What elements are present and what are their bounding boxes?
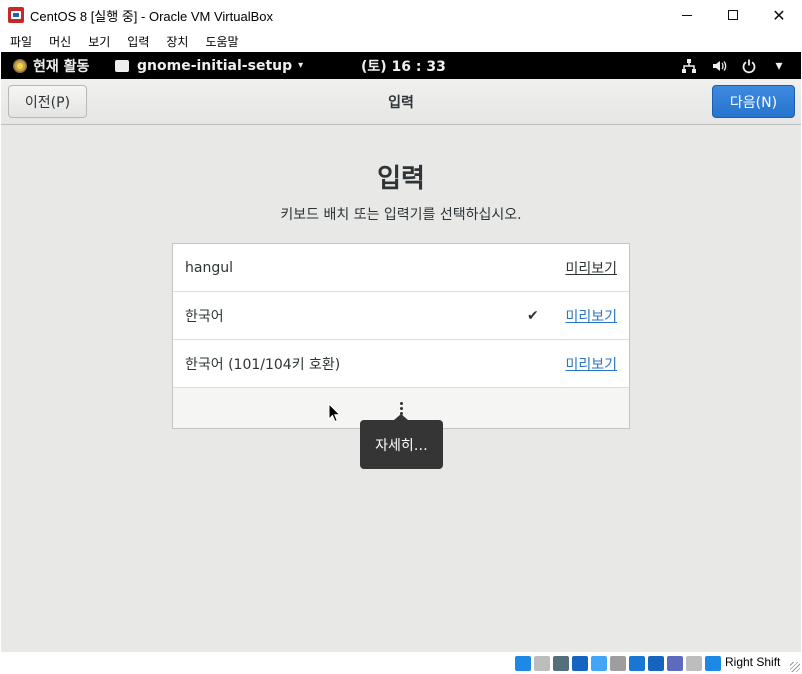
close-button[interactable]: ✕ (756, 0, 802, 30)
minimize-icon (682, 14, 692, 16)
app-name: gnome-initial-setup (137, 57, 293, 74)
next-button[interactable]: 다음(N) (712, 85, 795, 118)
network-icon (681, 58, 697, 74)
preview-link[interactable]: 미리보기 (565, 306, 617, 326)
video-capture-icon[interactable] (648, 655, 664, 671)
display-icon[interactable] (629, 655, 645, 671)
host-key-label: Right Shift (725, 655, 781, 669)
usb-icon[interactable] (591, 655, 607, 671)
power-icon (741, 58, 757, 74)
gnome-topbar: 현재 활동 gnome-initial-setup ▾ (토) 16 : 33 … (1, 52, 801, 79)
volume-icon (711, 58, 727, 74)
vbox-menubar: 파일 머신 보기 입력 장치 도움말 (0, 30, 802, 52)
menu-input[interactable]: 입력 (127, 33, 149, 50)
shared-folders-icon[interactable] (610, 655, 626, 671)
input-row-korean[interactable]: 한국어 ✔ 미리보기 (173, 292, 629, 340)
input-label: 한국어 (101/104키 호환) (185, 356, 341, 373)
preview-link[interactable]: 미리보기 (565, 258, 617, 278)
system-tray[interactable]: ▾ (681, 52, 787, 79)
menu-file[interactable]: 파일 (10, 33, 32, 50)
more-tooltip: 자세히… (360, 414, 443, 469)
network-adapter-icon[interactable] (572, 655, 588, 671)
minimize-button[interactable] (664, 0, 710, 30)
preview-link[interactable]: 미리보기 (565, 354, 617, 374)
optical-drive-icon[interactable] (534, 655, 550, 671)
activities-icon (13, 58, 27, 73)
menu-view[interactable]: 보기 (88, 33, 110, 50)
input-label: hangul (185, 259, 233, 276)
header-title: 입력 (388, 95, 414, 111)
headerbar: 이전(P) 입력 다음(N) (1, 79, 801, 125)
page-title: 입력 (377, 164, 425, 194)
keyboard-capture-icon[interactable] (705, 655, 721, 671)
app-menu[interactable]: gnome-initial-setup ▾ (115, 52, 303, 79)
maximize-icon (728, 10, 738, 20)
close-icon: ✕ (772, 5, 786, 25)
status-icons (515, 655, 721, 671)
menu-help[interactable]: 도움말 (205, 33, 238, 50)
input-row-hangul[interactable]: hangul 미리보기 (173, 244, 629, 292)
input-label: 한국어 (185, 308, 224, 325)
window-titlebar[interactable]: CentOS 8 [실행 중] - Oracle VM VirtualBox ✕ (0, 0, 802, 30)
more-vertical-icon (399, 401, 403, 415)
virtualization-icon[interactable] (667, 655, 683, 671)
checkmark-icon: ✔ (527, 307, 539, 324)
activities-label: 현재 활동 (33, 58, 90, 75)
resize-grip[interactable] (790, 662, 800, 672)
chevron-down-icon: ▾ (298, 60, 304, 71)
virtualbox-icon (8, 7, 24, 23)
previous-button[interactable]: 이전(P) (8, 85, 87, 118)
vbox-statusbar: Right Shift (0, 652, 802, 674)
menu-devices[interactable]: 장치 (166, 33, 188, 50)
mouse-cursor-icon (328, 403, 342, 423)
input-source-list: hangul 미리보기 한국어 ✔ 미리보기 한국어 (101/104키 호환)… (172, 243, 630, 429)
hard-disk-icon[interactable] (515, 655, 531, 671)
activities-button[interactable]: 현재 활동 (13, 52, 89, 79)
page-subtitle: 키보드 배치 또는 입력기를 선택하십시오. (280, 207, 522, 223)
audio-icon[interactable] (553, 655, 569, 671)
mouse-integration-icon[interactable] (686, 655, 702, 671)
vm-screen[interactable]: 현재 활동 gnome-initial-setup ▾ (토) 16 : 33 … (1, 52, 801, 652)
clock[interactable]: (토) 16 : 33 (361, 52, 446, 79)
chevron-down-icon: ▾ (775, 57, 783, 74)
menu-machine[interactable]: 머신 (49, 33, 71, 50)
maximize-button[interactable] (710, 0, 756, 30)
input-row-korean-101-104[interactable]: 한국어 (101/104키 호환) 미리보기 (173, 340, 629, 388)
window-title: CentOS 8 [실행 중] - Oracle VM VirtualBox (30, 8, 273, 24)
app-icon (115, 59, 129, 72)
